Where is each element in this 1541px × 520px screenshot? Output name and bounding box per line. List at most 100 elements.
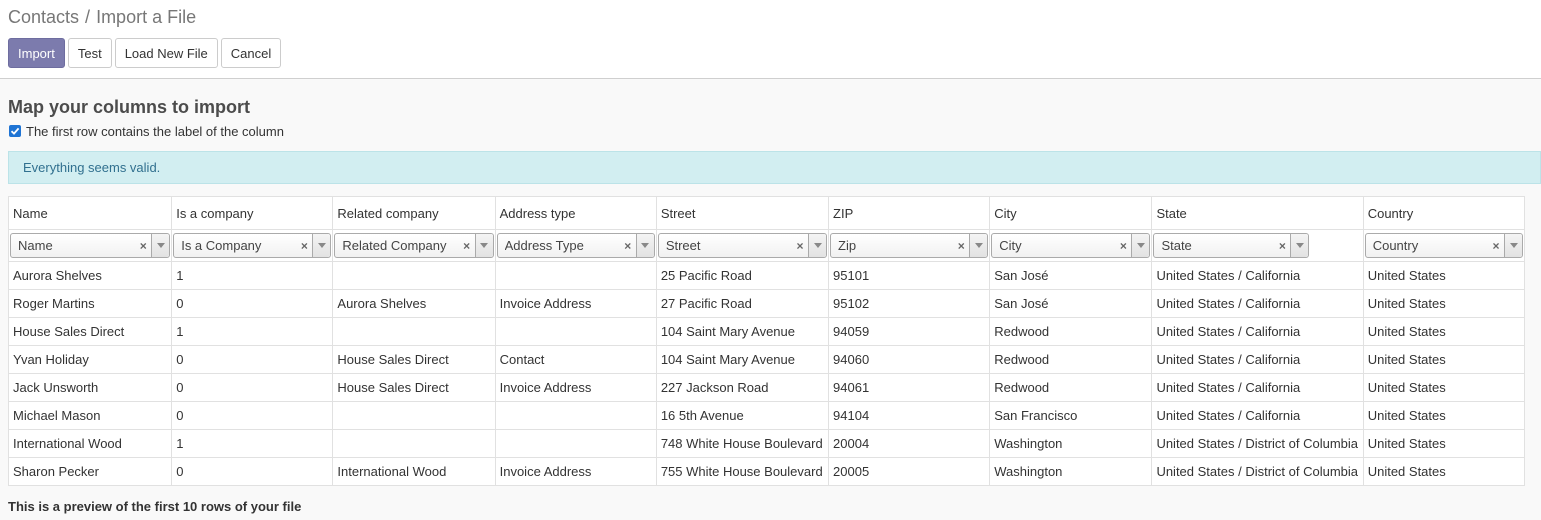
field-select[interactable]: Zip × — [830, 233, 989, 258]
table-cell: 1 — [171, 317, 334, 346]
table-cell: United States / District of Columbia — [1151, 429, 1364, 458]
validation-alert: Everything seems valid. — [8, 151, 1541, 184]
chevron-down-icon[interactable] — [969, 234, 988, 257]
field-select-value: Street — [665, 238, 701, 253]
test-button[interactable]: Test — [67, 38, 112, 68]
field-select[interactable]: Name × — [10, 233, 171, 258]
field-select-cell: Related Company × — [332, 229, 496, 262]
field-select[interactable]: Country × — [1364, 233, 1523, 258]
column-header: State — [1151, 196, 1364, 230]
table-cell: 20005 — [828, 457, 991, 486]
cancel-button[interactable]: Cancel — [220, 38, 282, 68]
field-select-cell: Address Type × — [494, 229, 657, 262]
breadcrumb-current: Import a File — [96, 7, 197, 27]
button-row: Import Test Load New File Cancel — [8, 38, 1533, 68]
field-select-cell: Street × — [655, 229, 830, 262]
table-cell — [494, 429, 657, 458]
table-cell: United States — [1362, 345, 1526, 374]
table-cell: 104 Saint Mary Avenue — [655, 345, 830, 374]
field-select[interactable]: State × — [1153, 233, 1310, 258]
table-row: Aurora Shelves 1 25 Pacific Road 95101 San J… — [7, 261, 1526, 290]
table-cell: 0 — [171, 373, 334, 402]
import-content: Map your columns to import The first row… — [0, 97, 1541, 514]
table-cell: United States — [1362, 317, 1526, 346]
table-cell: Invoice Address — [494, 457, 657, 486]
table-cell — [332, 401, 496, 430]
table-cell: 0 — [171, 401, 334, 430]
field-select-cell: Name × — [7, 229, 173, 262]
clear-icon[interactable]: × — [1488, 239, 1504, 253]
clear-icon[interactable]: × — [1115, 239, 1131, 253]
field-select-value: City — [999, 238, 1022, 253]
field-select-cell: Is a Company × — [171, 229, 334, 262]
table-cell: 95102 — [828, 289, 991, 318]
table-cell: United States — [1362, 373, 1526, 402]
field-select-value: State — [1161, 238, 1192, 253]
table-cell: San Francisco — [989, 401, 1153, 430]
field-select[interactable]: Street × — [657, 233, 828, 258]
clear-icon[interactable]: × — [953, 239, 969, 253]
table-cell: United States — [1362, 457, 1526, 486]
table-cell: United States — [1362, 261, 1526, 290]
load-new-file-button[interactable]: Load New File — [114, 38, 218, 68]
table-row: Michael Mason 0 16 5th Avenue 94104 San Fran… — [7, 401, 1526, 430]
field-select-value: Is a Company — [181, 238, 262, 253]
breadcrumb-contacts-link[interactable]: Contacts — [8, 7, 79, 27]
clear-icon[interactable]: × — [792, 239, 808, 253]
table-cell: United States — [1362, 401, 1526, 430]
table-row: Yvan Holiday 0 House Sales Direct Contact 10… — [7, 345, 1526, 374]
chevron-down-icon[interactable] — [808, 234, 827, 257]
preview-rows: Aurora Shelves 1 25 Pacific Road 95101 San J… — [7, 261, 1526, 486]
column-header: Related company — [332, 196, 496, 230]
table-cell: United States — [1362, 289, 1526, 318]
table-cell: Aurora Shelves — [332, 289, 496, 318]
chevron-down-icon[interactable] — [1290, 234, 1309, 257]
table-cell: 0 — [171, 345, 334, 374]
table-cell: Sharon Pecker — [7, 457, 173, 486]
control-panel: Contacts / Import a File Import Test Load … — [0, 0, 1541, 79]
table-cell: United States / California — [1151, 373, 1364, 402]
table-cell: House Sales Direct — [332, 373, 496, 402]
table-cell: 27 Pacific Road — [655, 289, 830, 318]
field-select-value: Zip — [838, 238, 857, 253]
table-cell: San José — [989, 261, 1153, 290]
clear-icon[interactable]: × — [620, 239, 636, 253]
table-cell: 104 Saint Mary Avenue — [655, 317, 830, 346]
field-select[interactable]: Is a Company × — [173, 233, 332, 258]
table-cell: 94059 — [828, 317, 991, 346]
breadcrumb-separator: / — [85, 7, 91, 27]
chevron-down-icon[interactable] — [1504, 234, 1522, 257]
table-cell: Invoice Address — [494, 289, 657, 318]
field-select[interactable]: Address Type × — [496, 233, 655, 258]
table-cell: Washington — [989, 457, 1153, 486]
table-cell — [494, 401, 657, 430]
field-select-cell: Country × — [1362, 229, 1526, 262]
table-cell: United States / California — [1151, 345, 1364, 374]
table-cell: 95101 — [828, 261, 991, 290]
clear-icon[interactable]: × — [296, 239, 312, 253]
first-row-option: The first row contains the label of the … — [8, 123, 1541, 139]
checkmark-icon — [10, 127, 20, 135]
table-cell: United States / District of Columbia — [1151, 457, 1364, 486]
field-select-cell: State × — [1151, 229, 1364, 262]
field-select-cell: Zip × — [828, 229, 991, 262]
table-cell: San José — [989, 289, 1153, 318]
clear-icon[interactable]: × — [1274, 239, 1290, 253]
chevron-down-icon[interactable] — [474, 234, 493, 257]
table-cell: 94060 — [828, 345, 991, 374]
field-select[interactable]: Related Company × — [334, 233, 494, 258]
table-cell: Jack Unsworth — [7, 373, 173, 402]
chevron-down-icon[interactable] — [635, 234, 654, 257]
table-cell: 1 — [171, 429, 334, 458]
table-cell: 94104 — [828, 401, 991, 430]
first-row-checkbox[interactable] — [9, 125, 21, 137]
field-select[interactable]: City × — [991, 233, 1151, 258]
chevron-down-icon[interactable] — [1131, 234, 1150, 257]
table-cell: 0 — [171, 457, 334, 486]
chevron-down-icon[interactable] — [312, 234, 331, 257]
table-cell: Michael Mason — [7, 401, 173, 430]
chevron-down-icon[interactable] — [151, 234, 170, 257]
import-button[interactable]: Import — [8, 38, 65, 68]
clear-icon[interactable]: × — [135, 239, 151, 253]
clear-icon[interactable]: × — [459, 239, 475, 253]
